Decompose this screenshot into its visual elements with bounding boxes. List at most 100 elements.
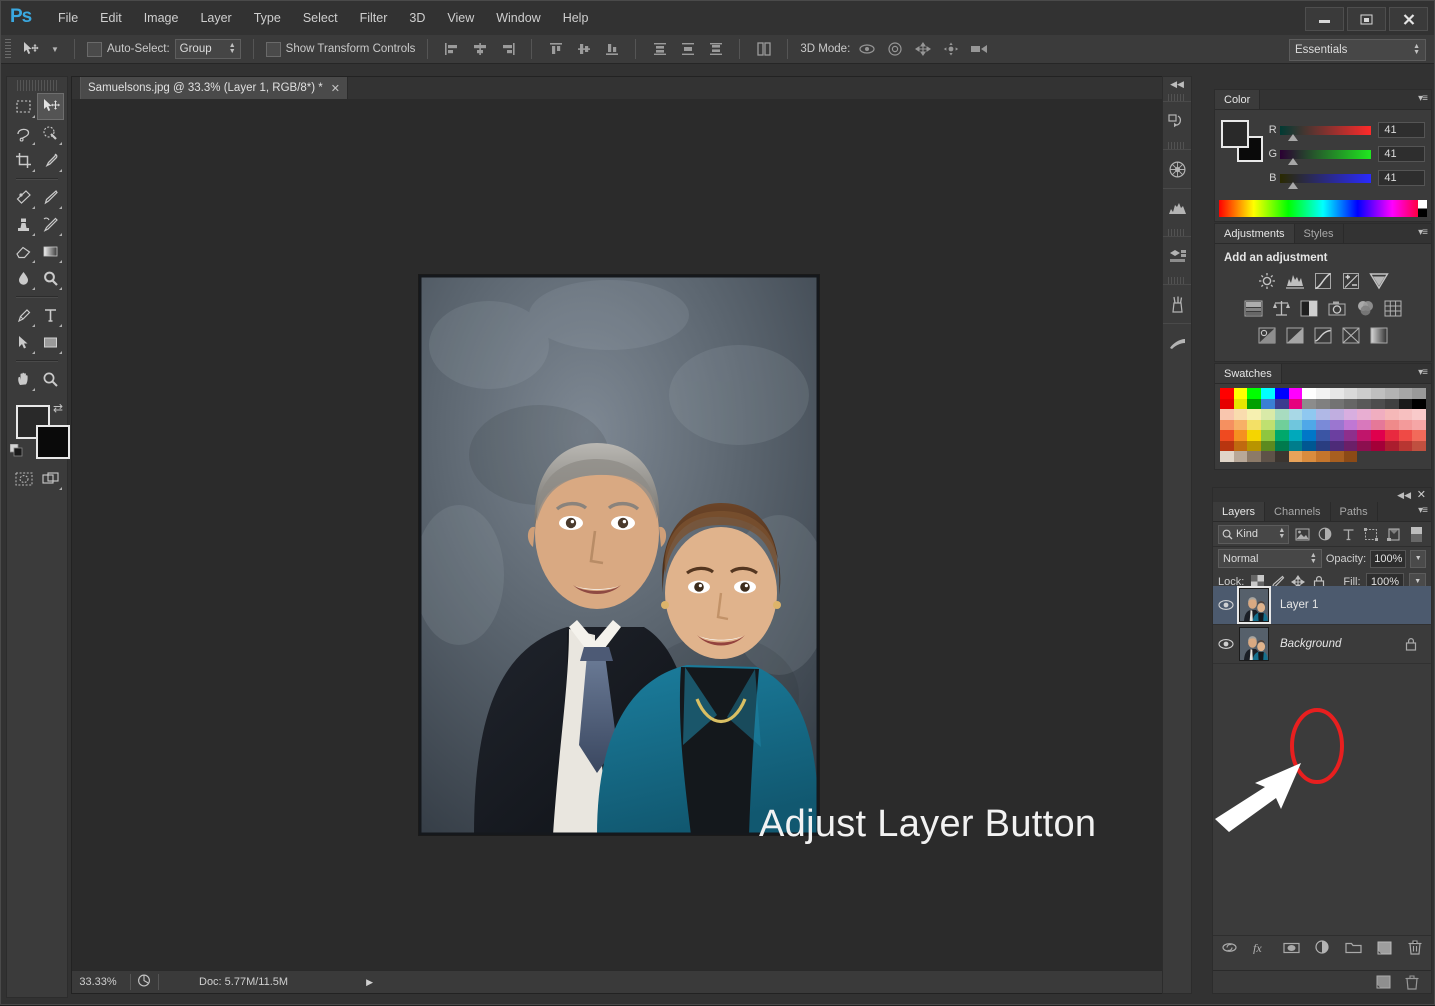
eyedropper-tool[interactable] (37, 147, 64, 174)
swatch-cell[interactable] (1220, 451, 1234, 462)
navigator-panel-icon[interactable] (1163, 149, 1191, 188)
rectangular-marquee-tool[interactable] (10, 93, 37, 120)
menu-image[interactable]: Image (133, 7, 190, 29)
align-vertical-centers-icon[interactable] (572, 38, 595, 60)
close-icon[interactable]: ✕ (331, 82, 340, 95)
swatch-cell[interactable] (1288, 430, 1303, 441)
pen-tool[interactable] (10, 302, 37, 329)
dock-grip[interactable] (1168, 142, 1186, 149)
rectangle-shape-tool[interactable] (37, 329, 64, 356)
swatch-cell[interactable] (1329, 398, 1344, 409)
swatch-cell[interactable] (1412, 388, 1426, 399)
lasso-tool[interactable] (10, 120, 37, 147)
dodge-tool[interactable] (37, 265, 64, 292)
distribute-bottom-edges-icon[interactable] (704, 38, 727, 60)
swatch-cell[interactable] (1274, 419, 1289, 430)
3d-orbit-icon[interactable] (855, 38, 878, 60)
threshold-icon[interactable] (1312, 325, 1334, 345)
swatch-cell[interactable] (1329, 419, 1344, 430)
channel-value-b[interactable]: 41 (1378, 170, 1425, 186)
swatch-cell[interactable] (1233, 440, 1248, 451)
swatch-cell[interactable] (1274, 430, 1289, 441)
panel-menu-icon[interactable]: ▾≡ (1418, 367, 1428, 378)
hue-saturation-icon[interactable] (1242, 298, 1264, 318)
align-right-edges-icon[interactable] (496, 38, 519, 60)
channel-slider-r[interactable] (1280, 125, 1372, 141)
swatch-cell[interactable] (1247, 398, 1262, 409)
swatch-cell[interactable] (1302, 430, 1317, 441)
hand-tool[interactable] (10, 366, 37, 393)
swatch-cell[interactable] (1398, 440, 1413, 451)
swatch-cell[interactable] (1329, 430, 1344, 441)
color-spectrum-ramp[interactable] (1219, 200, 1427, 217)
auto-select-checkbox[interactable] (87, 41, 102, 57)
layer-kind-dropdown[interactable]: Kind ▲ ▼ (1218, 524, 1290, 544)
swatch-cell[interactable] (1288, 451, 1303, 462)
background-color-swatch[interactable] (36, 425, 70, 459)
swatch-cell[interactable] (1329, 388, 1344, 399)
align-horizontal-centers-icon[interactable] (468, 38, 491, 60)
layer-name[interactable]: Layer 1 (1280, 599, 1318, 611)
filter-smart-objects-icon[interactable] (1384, 525, 1403, 543)
swatch-cell[interactable] (1233, 451, 1248, 462)
3d-scale-icon[interactable] (967, 38, 990, 60)
swatch-cell[interactable] (1343, 388, 1358, 399)
swatch-cell[interactable] (1398, 430, 1413, 441)
swatch-cell[interactable] (1329, 409, 1344, 420)
link-layers-button[interactable] (1220, 939, 1238, 957)
menu-type[interactable]: Type (243, 7, 292, 29)
align-bottom-edges-icon[interactable] (600, 38, 623, 60)
color-foreground-swatch[interactable] (1221, 120, 1249, 148)
swatch-cell[interactable] (1398, 409, 1413, 420)
menu-filter[interactable]: Filter (349, 7, 399, 29)
swatch-cell[interactable] (1316, 409, 1330, 420)
swatch-cell[interactable] (1302, 409, 1317, 420)
align-top-edges-icon[interactable] (544, 38, 567, 60)
swatch-cell[interactable] (1316, 440, 1330, 451)
tab-adjustments[interactable]: Adjustments (1215, 224, 1295, 243)
gradient-tool[interactable] (37, 238, 64, 265)
document-tab[interactable]: Samuelsons.jpg @ 33.3% (Layer 1, RGB/8*)… (80, 77, 348, 99)
status-menu-arrow-icon[interactable]: ▶ (366, 977, 373, 988)
menu-help[interactable]: Help (552, 7, 600, 29)
swatch-cell[interactable] (1357, 409, 1372, 420)
panel-menu-icon[interactable]: ▾≡ (1418, 505, 1428, 516)
opacity-chevron-down-icon[interactable]: ▼ (1410, 549, 1426, 568)
dock-collapse-icon[interactable]: ◀◀ (1163, 77, 1191, 92)
layers-close-icon[interactable]: ✕ (1417, 488, 1426, 501)
tab-swatches[interactable]: Swatches (1215, 364, 1282, 383)
swatch-cell[interactable] (1220, 388, 1234, 399)
invert-icon[interactable] (1256, 325, 1278, 345)
swatch-cell[interactable] (1371, 388, 1385, 399)
channel-mixer-icon[interactable] (1354, 298, 1376, 318)
quick-selection-tool[interactable] (37, 120, 64, 147)
swatch-cell[interactable] (1247, 430, 1262, 441)
restore-button[interactable] (1347, 7, 1386, 31)
swatch-cell[interactable] (1261, 398, 1275, 409)
panel-menu-icon[interactable]: ▾≡ (1418, 227, 1428, 238)
tool-preset-chevron-down-icon[interactable]: ▼ (48, 38, 62, 60)
dock-grip[interactable] (1168, 277, 1186, 284)
move-tool-icon[interactable] (17, 38, 43, 60)
swatch-cell[interactable] (1343, 419, 1358, 430)
clone-stamp-tool[interactable] (10, 211, 37, 238)
path-selection-tool[interactable] (10, 329, 37, 356)
swatch-cell[interactable] (1398, 388, 1413, 399)
swatch-cell[interactable] (1384, 398, 1399, 409)
swatch-cell[interactable] (1412, 440, 1426, 451)
swatch-cell[interactable] (1316, 398, 1330, 409)
swatch-cell[interactable] (1357, 440, 1372, 451)
swatch-cell[interactable] (1316, 430, 1330, 441)
menu-file[interactable]: File (47, 7, 89, 29)
levels-icon[interactable] (1284, 271, 1306, 291)
swatch-cell[interactable] (1288, 398, 1303, 409)
delete-layer-footer-button[interactable] (1403, 973, 1421, 991)
menu-view[interactable]: View (436, 7, 485, 29)
swatch-cell[interactable] (1247, 451, 1262, 462)
swatch-cell[interactable] (1220, 398, 1234, 409)
posterize-icon[interactable] (1284, 325, 1306, 345)
tools-panel-grip[interactable] (17, 80, 57, 91)
swatch-cell[interactable] (1220, 430, 1234, 441)
crop-tool[interactable] (10, 147, 37, 174)
dock-grip[interactable] (1168, 229, 1186, 236)
